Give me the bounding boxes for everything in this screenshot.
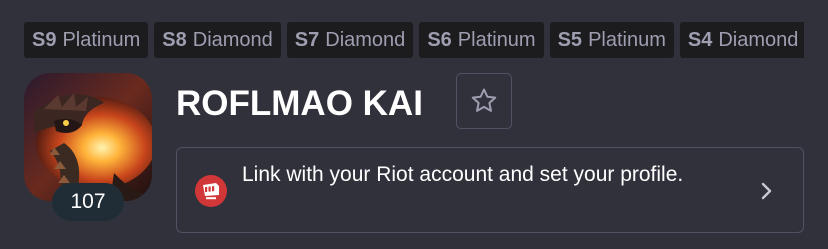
tier-rank: Diamond: [325, 29, 406, 51]
star-outline-icon: [471, 88, 497, 112]
chevron-right-icon: [761, 182, 772, 200]
tier-season: S7: [294, 29, 320, 51]
tier-rank: Diamond: [192, 29, 273, 51]
summoner-level-badge: 107: [52, 183, 124, 221]
riot-fist-icon: [195, 175, 227, 207]
tier-rank: Diamond: [718, 29, 799, 51]
dragon-profile-icon: [24, 73, 152, 201]
tier-rank: Platinum: [457, 29, 536, 51]
tier-badge-1: S8 Diamond: [154, 22, 281, 58]
tier-season: S5: [557, 29, 583, 51]
tier-badge-0: S9 Platinum: [24, 22, 149, 58]
tier-badge-3: S6 Platinum: [419, 22, 544, 58]
tier-badge-4: S5 Platinum: [549, 22, 674, 58]
tier-season: S6: [427, 29, 452, 51]
tier-badge-2: S7 Diamond: [286, 22, 414, 58]
tier-season: S4: [687, 29, 713, 51]
tier-season: S9: [32, 29, 57, 51]
riot-link-message: Link with your Riot account and set your…: [242, 163, 684, 186]
riot-account-link-banner[interactable]: Link with your Riot account and set your…: [176, 147, 804, 233]
tier-season: S8: [162, 29, 187, 51]
tier-rank: Platinum: [62, 29, 141, 51]
summoner-name: ROFLMAO KAI: [176, 84, 423, 123]
season-tier-list: S9 Platinum S8 Diamond S7 Diamond S6 Platinum S5…: [24, 22, 804, 58]
tier-badge-5: S4 Diamond: [679, 22, 804, 58]
profile-icon-container: 107: [24, 73, 152, 221]
tier-rank: Platinum: [588, 29, 666, 51]
favorite-button[interactable]: [456, 73, 512, 129]
